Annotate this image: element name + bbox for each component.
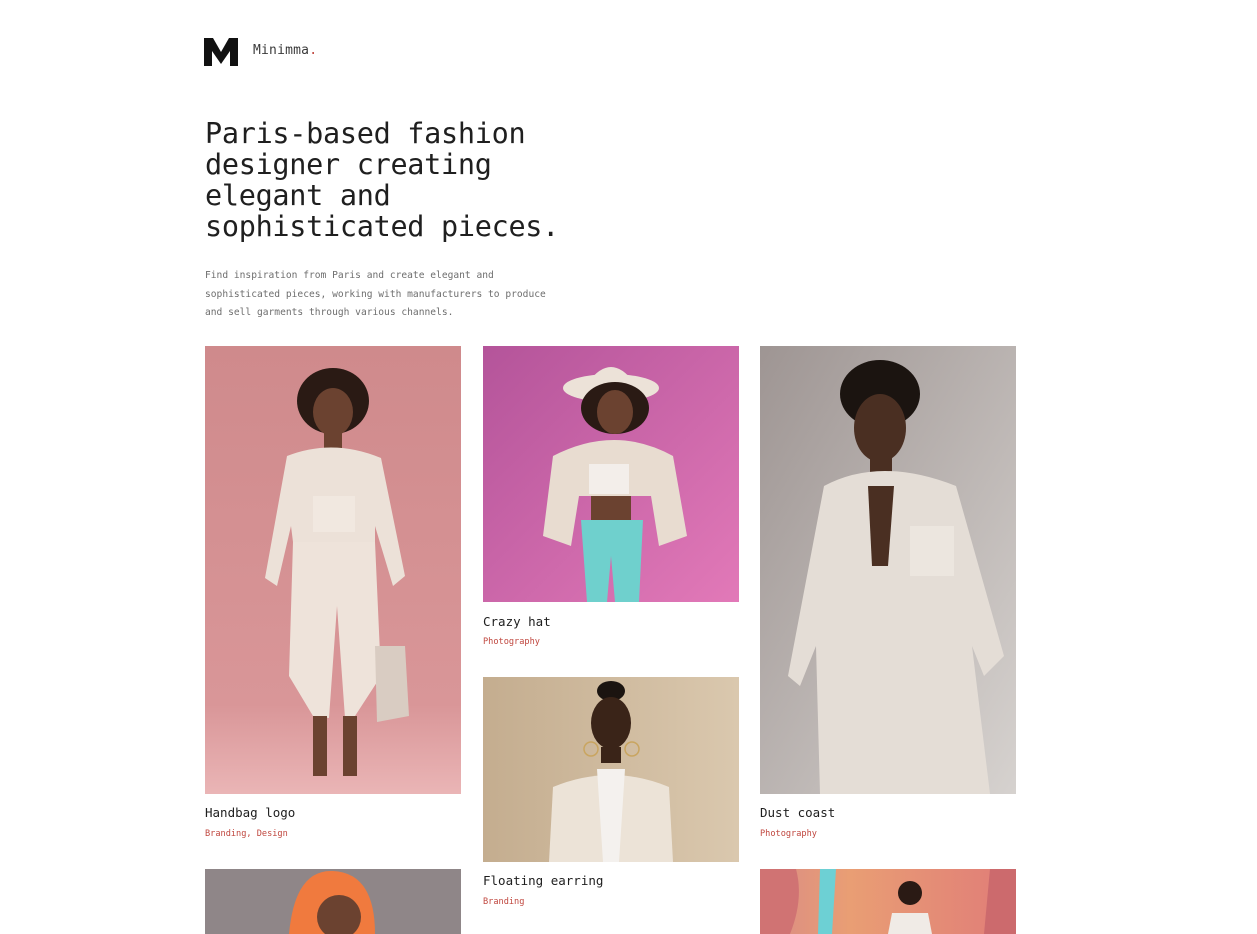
portfolio-card-floating-earring[interactable]: Floating earring Branding [483,677,739,917]
portfolio-item-title[interactable]: Dust coast [760,805,835,820]
hero-description: Find inspiration from Paris and create e… [205,270,546,319]
portfolio-card[interactable] [760,869,1016,934]
brand-name-text: Minimma [253,43,310,58]
portfolio-image[interactable] [760,346,1016,794]
portfolio-image[interactable] [760,869,1016,934]
portfolio-item-tags[interactable]: Photography [760,829,817,839]
portfolio-item-tags[interactable]: Branding, Design [205,829,288,839]
portfolio-card-handbag-logo[interactable]: Handbag logo Branding, Design [205,346,461,846]
portfolio-item-tags[interactable]: Photography [483,637,540,647]
hero-title: Paris-based fashion designer creating el… [205,117,560,243]
portfolio-image[interactable] [483,677,739,862]
portfolio-item-tags[interactable]: Branding [483,897,524,907]
portfolio-card-dust-coast[interactable]: Dust coast Photography [760,346,1016,846]
m-logo-icon[interactable] [204,36,238,66]
brand-dot: . [309,43,318,58]
portfolio-card-crazy-hat[interactable]: Crazy hat Photography [483,346,739,656]
brand-name[interactable]: Minimma. [253,43,317,58]
portfolio-card[interactable] [205,869,461,934]
portfolio-image[interactable] [205,346,461,794]
portfolio-image[interactable] [205,869,461,934]
portfolio-image[interactable] [483,346,739,602]
portfolio-item-title[interactable]: Crazy hat [483,614,551,629]
portfolio-item-title[interactable]: Floating earring [483,873,603,888]
portfolio-item-title[interactable]: Handbag logo [205,805,295,820]
